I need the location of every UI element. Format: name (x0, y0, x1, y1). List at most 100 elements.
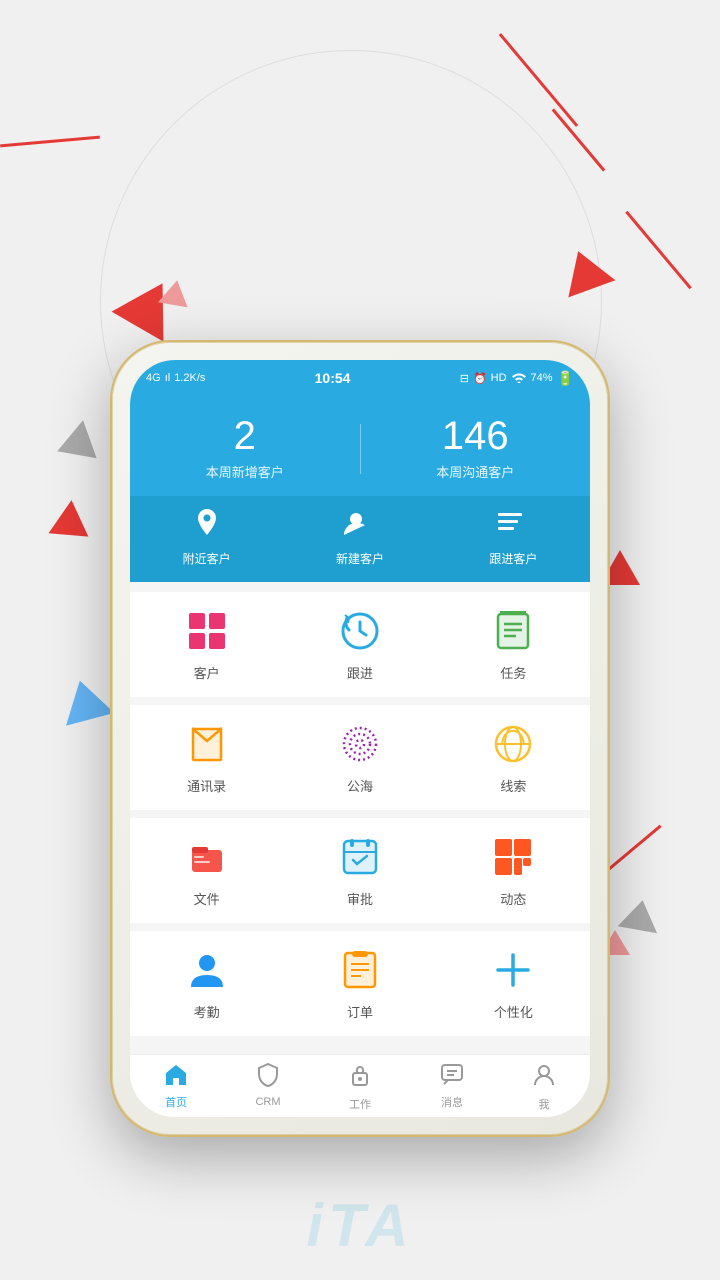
approval-icon (336, 833, 384, 881)
followup-label: 跟进 (347, 663, 373, 682)
files-label: 文件 (194, 889, 220, 908)
hd-indicator: HD (491, 372, 507, 384)
quick-actions-bar: 附近客户 新建客户 (130, 496, 590, 582)
phone-container: 4G ıl 1.2K/s 10:54 ⊟ ⏰ HD 74% 🔋 (110, 340, 610, 1137)
tab-crm[interactable]: CRM (222, 1063, 314, 1112)
stat-communicated-label: 本周沟通客户 (361, 462, 591, 481)
grid-item-dynamics[interactable]: 动态 (437, 833, 590, 908)
grid-item-attendance[interactable]: 考勤 (130, 946, 283, 1021)
deco-triangle-8 (618, 897, 663, 933)
orders-label: 订单 (347, 1002, 373, 1021)
home-tab-label: 首页 (165, 1094, 187, 1110)
stat-new-customers-number: 2 (130, 416, 360, 456)
work-tab-icon (349, 1063, 371, 1093)
quick-action-follow-customer[interactable]: 跟进客户 (437, 506, 590, 567)
status-bar: 4G ıl 1.2K/s 10:54 ⊟ ⏰ HD 74% 🔋 (130, 360, 590, 396)
alarm-icon: ⏰ (473, 372, 487, 385)
messages-tab-icon (440, 1063, 464, 1091)
nearby-customers-label: 附近客户 (183, 550, 231, 567)
personalize-label: 个性化 (494, 1002, 533, 1021)
grid-item-followup[interactable]: 跟进 (283, 607, 436, 682)
deco-triangle-4 (49, 498, 92, 536)
status-right: ⊟ ⏰ HD 74% 🔋 (460, 370, 574, 387)
hero-stats-section: 2 本周新增客户 146 本周沟通客户 (130, 396, 590, 496)
attendance-label: 考勤 (194, 1002, 220, 1021)
tab-messages[interactable]: 消息 (406, 1063, 498, 1112)
grid-row-3: 文件 审批 (130, 818, 590, 923)
grid-row-4: 考勤 订单 (130, 931, 590, 1036)
tab-me[interactable]: 我 (498, 1063, 590, 1112)
battery-mode: ⊟ (460, 372, 469, 385)
deco-triangle-6 (56, 674, 115, 726)
nearby-customers-icon (188, 506, 226, 544)
grid-item-clues[interactable]: 线索 (437, 720, 590, 795)
grid-row-1: 客户 跟进 (130, 592, 590, 697)
public-sea-label: 公海 (347, 776, 373, 795)
me-tab-icon (533, 1063, 555, 1093)
grid-item-approval[interactable]: 审批 (283, 833, 436, 908)
attendance-icon (183, 946, 231, 994)
phone-screen: 4G ıl 1.2K/s 10:54 ⊟ ⏰ HD 74% 🔋 (130, 360, 590, 1117)
stat-new-customers-label: 本周新增客户 (130, 462, 360, 481)
deco-triangle-5 (158, 278, 192, 308)
work-tab-label: 工作 (349, 1096, 371, 1112)
grid-item-files[interactable]: 文件 (130, 833, 283, 908)
stat-new-customers: 2 本周新增客户 (130, 416, 360, 481)
grid-item-task[interactable]: 任务 (437, 607, 590, 682)
deco-line-2 (552, 108, 606, 171)
files-icon (183, 833, 231, 881)
new-customer-label: 新建客户 (336, 550, 384, 567)
contacts-icon (183, 720, 231, 768)
follow-customer-icon (494, 506, 532, 544)
new-customer-icon (341, 506, 379, 544)
network-type: 4G (146, 372, 161, 384)
app-logo-watermark: iTA (306, 1191, 413, 1260)
grid-row-2: 通讯录 公海 (130, 705, 590, 810)
clues-label: 线索 (500, 776, 526, 795)
grid-item-customer[interactable]: 客户 (130, 607, 283, 682)
home-tab-icon (164, 1063, 188, 1091)
battery-percentage: 74% (531, 372, 553, 384)
tab-work[interactable]: 工作 (314, 1063, 406, 1112)
grid-item-personalize[interactable]: 个性化 (437, 946, 590, 1021)
clues-icon (489, 720, 537, 768)
crm-tab-icon (257, 1063, 279, 1093)
tab-bar: 首页 CRM (130, 1054, 590, 1117)
signal-strength: ıl (165, 372, 171, 384)
status-left: 4G ıl 1.2K/s (146, 372, 205, 384)
customer-icon (183, 607, 231, 655)
personalize-icon (489, 946, 537, 994)
contacts-label: 通讯录 (187, 776, 226, 795)
customer-label: 客户 (194, 663, 220, 682)
battery-icon: 🔋 (557, 370, 574, 387)
tab-home[interactable]: 首页 (130, 1063, 222, 1112)
status-time: 10:54 (315, 370, 351, 386)
task-label: 任务 (500, 663, 526, 682)
main-grid-content: 客户 跟进 (130, 582, 590, 1054)
quick-action-new-customer[interactable]: 新建客户 (283, 506, 436, 567)
deco-side-line-1 (0, 136, 100, 148)
follow-customer-label: 跟进客户 (489, 550, 537, 567)
messages-tab-label: 消息 (441, 1094, 463, 1110)
deco-triangle-3 (57, 417, 102, 458)
public-sea-icon (336, 720, 384, 768)
deco-triangle-2 (555, 243, 616, 298)
stat-communicated-number: 146 (361, 416, 591, 456)
task-icon (489, 607, 537, 655)
data-speed: 1.2K/s (174, 372, 205, 384)
dynamics-label: 动态 (500, 889, 526, 908)
me-tab-label: 我 (539, 1096, 550, 1112)
grid-item-orders[interactable]: 订单 (283, 946, 436, 1021)
wifi-icon (511, 371, 527, 386)
quick-action-nearby[interactable]: 附近客户 (130, 506, 283, 567)
followup-icon (336, 607, 384, 655)
grid-item-public-sea[interactable]: 公海 (283, 720, 436, 795)
phone-frame: 4G ıl 1.2K/s 10:54 ⊟ ⏰ HD 74% 🔋 (110, 340, 610, 1137)
deco-line-3 (625, 211, 692, 290)
dynamics-icon (489, 833, 537, 881)
stat-communicated-customers: 146 本周沟通客户 (361, 416, 591, 481)
deco-line-1 (499, 33, 578, 127)
approval-label: 审批 (347, 889, 373, 908)
grid-item-contacts[interactable]: 通讯录 (130, 720, 283, 795)
orders-icon (336, 946, 384, 994)
